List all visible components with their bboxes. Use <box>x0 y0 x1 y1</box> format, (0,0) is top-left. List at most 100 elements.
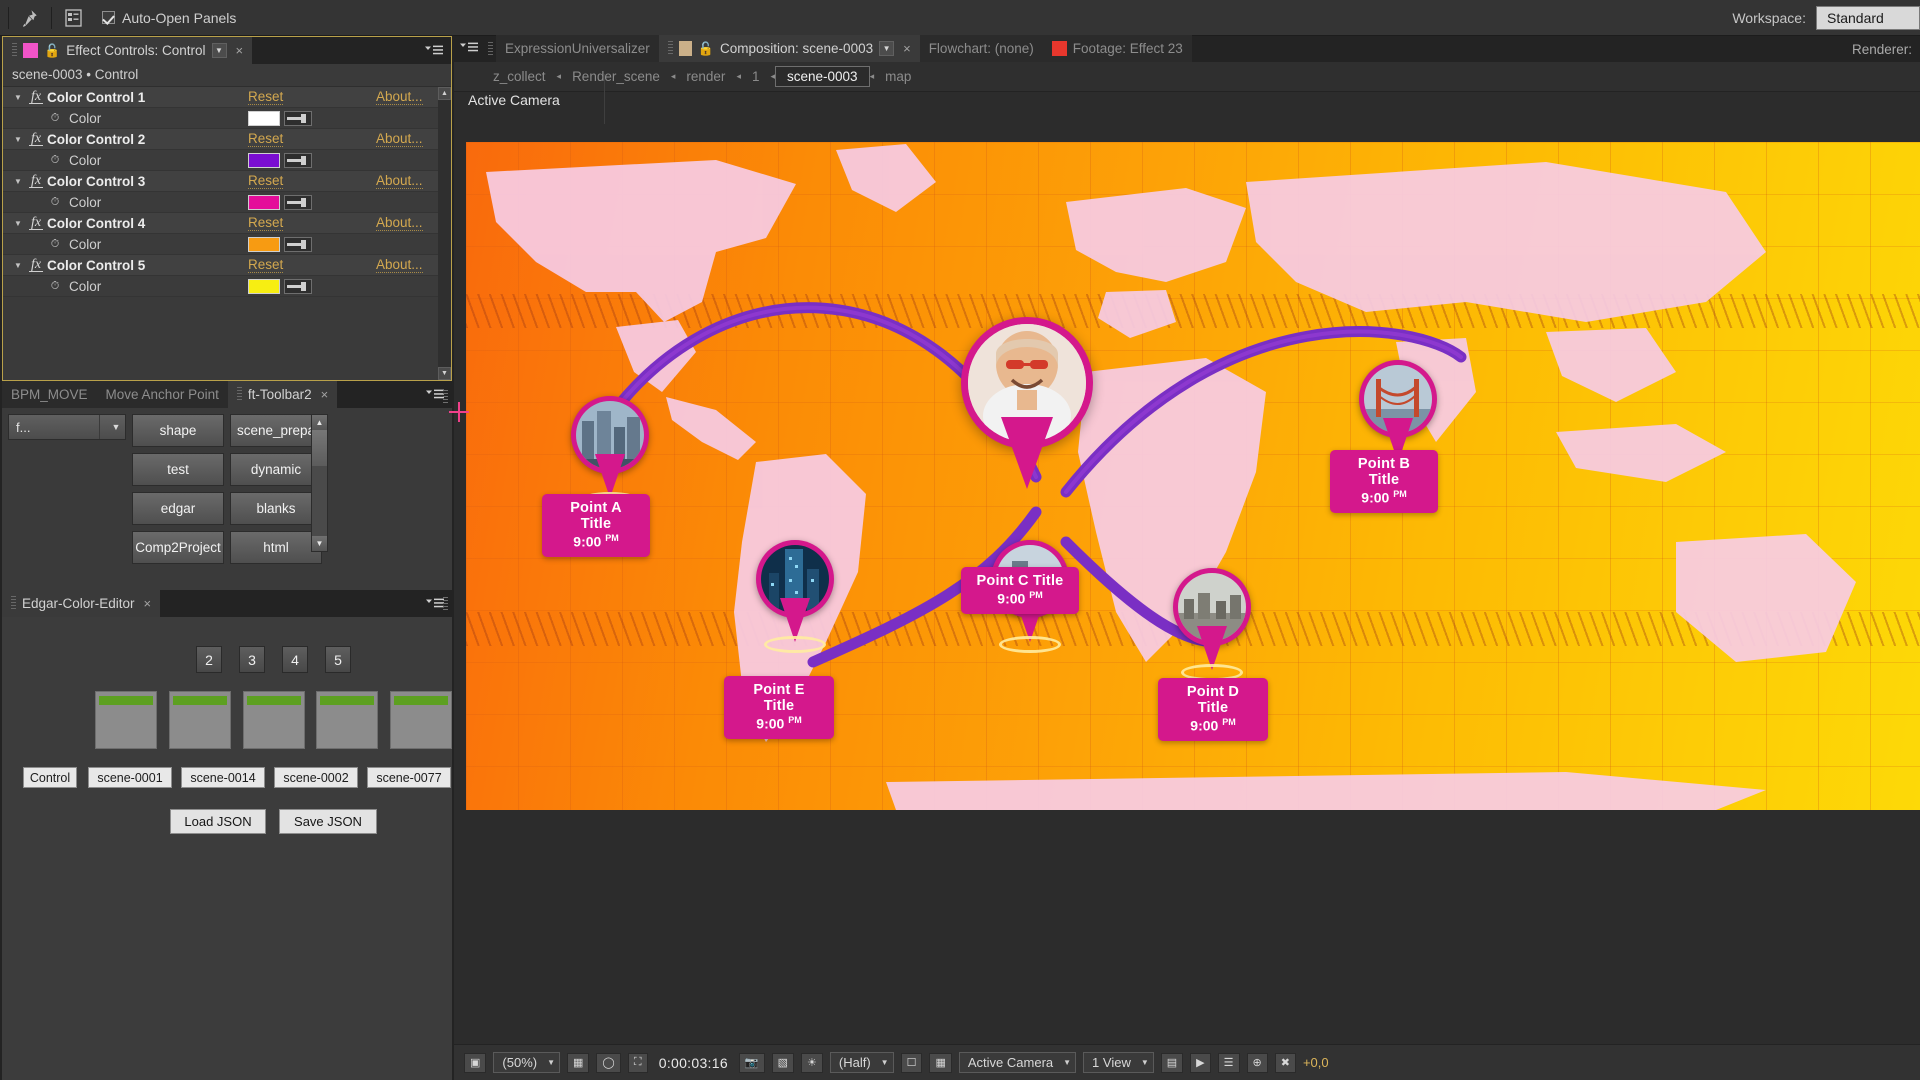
comp-flowchart-icon[interactable]: ⊕ <box>1246 1052 1268 1073</box>
tabrow-grip-icon[interactable] <box>484 36 496 62</box>
tab-grip-icon[interactable] <box>236 387 242 402</box>
pixel-aspect-icon[interactable]: ▤ <box>1160 1052 1184 1073</box>
property-row[interactable]: ⏱ Color <box>3 234 451 255</box>
ft-button-dynamic[interactable]: dynamic <box>230 453 322 486</box>
pin-icon[interactable] <box>17 6 43 30</box>
close-icon[interactable]: × <box>233 43 244 58</box>
stopwatch-icon[interactable]: ⏱ <box>45 154 65 167</box>
slot-button-2[interactable]: 2 <box>196 646 222 673</box>
tab-move-anchor-point[interactable]: Move Anchor Point <box>96 381 228 408</box>
color-card[interactable] <box>316 691 378 749</box>
about-link[interactable]: About... <box>376 89 423 105</box>
reset-link[interactable]: Reset <box>248 173 284 189</box>
resolution-select[interactable]: (Half) ▼ <box>829 1052 894 1073</box>
effect-row[interactable]: ▼ fx Color Control 4 Reset About... <box>3 213 451 234</box>
disclosure-triangle-icon[interactable]: ▼ <box>3 219 25 228</box>
breadcrumb-item-z-collect[interactable]: z_collect <box>482 69 557 84</box>
scene-button-scene-0001[interactable]: scene-0001 <box>88 767 172 788</box>
disclosure-triangle-icon[interactable]: ▼ <box>3 93 25 102</box>
tab-dropdown-icon[interactable]: ▼ <box>879 41 895 56</box>
anchor-point-crosshair-icon[interactable] <box>449 402 469 422</box>
timeline-icon[interactable]: ☰ <box>1217 1052 1240 1073</box>
about-link[interactable]: About... <box>376 173 423 189</box>
scene-button-scene-0002[interactable]: scene-0002 <box>274 767 358 788</box>
about-link[interactable]: About... <box>376 131 423 147</box>
channel-rgb-icon[interactable]: ☀ <box>801 1052 823 1073</box>
show-snapshot-icon[interactable]: ▧ <box>771 1052 795 1073</box>
tab-composition-scene-0003[interactable]: 🔓 Composition: scene-0003 ▼ × <box>658 35 920 62</box>
stopwatch-icon[interactable]: ⏱ <box>45 196 65 209</box>
magnification-select[interactable]: (50%) ▼ <box>493 1052 561 1073</box>
eyedropper-icon[interactable] <box>284 278 312 294</box>
color-card[interactable] <box>243 691 305 749</box>
property-row[interactable]: ⏱ Color <box>3 276 451 297</box>
camera-select[interactable]: Active Camera ▼ <box>958 1052 1077 1073</box>
slot-button-3[interactable]: 3 <box>239 646 265 673</box>
map-pin-d[interactable] <box>1173 568 1251 681</box>
breadcrumb-item-render-scene[interactable]: Render_scene <box>561 69 671 84</box>
property-row[interactable]: ⏱ Color <box>3 192 451 213</box>
tab-footage-effect-23[interactable]: Footage: Effect 23 <box>1042 35 1192 62</box>
ft-toolbar-dropdown[interactable]: f... ▼ <box>8 414 126 440</box>
hero-portrait-pin[interactable] <box>961 317 1093 489</box>
chevron-down-icon[interactable]: ▼ <box>547 1058 555 1067</box>
reset-link[interactable]: Reset <box>248 257 284 273</box>
renderer-label[interactable]: Renderer: <box>1852 42 1912 57</box>
slot-button-5[interactable]: 5 <box>325 646 351 673</box>
color-swatch[interactable] <box>248 236 280 252</box>
chevron-down-icon[interactable]: ▼ <box>1141 1058 1149 1067</box>
scene-button-scene-0077[interactable]: scene-0077 <box>367 767 451 788</box>
scroll-up-icon[interactable]: ▲ <box>312 415 327 430</box>
chevron-down-icon[interactable]: ▼ <box>1063 1058 1071 1067</box>
pin-label-c[interactable]: Point C Title 9:00 PM <box>961 567 1079 614</box>
breadcrumb-item-scene-0003[interactable]: scene-0003 <box>775 66 870 87</box>
color-swatch[interactable] <box>248 110 280 126</box>
workspace-select[interactable]: Standard <box>1816 5 1920 30</box>
ft-button-comp2project[interactable]: Comp2Project <box>132 531 224 564</box>
auto-open-panels-checkbox[interactable]: Auto-Open Panels <box>102 10 236 26</box>
disclosure-triangle-icon[interactable]: ▼ <box>3 177 25 186</box>
breadcrumb-item-1[interactable]: 1 <box>741 69 771 84</box>
tab-dropdown-icon[interactable]: ▼ <box>211 43 227 58</box>
effect-row[interactable]: ▼ fx Color Control 1 Reset About... <box>3 87 451 108</box>
tab-grip-icon[interactable] <box>11 596 16 611</box>
always-preview-icon[interactable]: ▣ <box>464 1052 487 1073</box>
about-link[interactable]: About... <box>376 215 423 231</box>
color-swatch[interactable] <box>248 194 280 210</box>
eyedropper-icon[interactable] <box>284 110 312 126</box>
property-row[interactable]: ⏱ Color <box>3 150 451 171</box>
tab-flowchart[interactable]: Flowchart: (none) <box>919 35 1043 62</box>
scroll-down-icon[interactable]: ▼ <box>438 367 451 380</box>
current-time-display[interactable]: 0:00:03:16 <box>655 1055 732 1071</box>
effect-row[interactable]: ▼ fx Color Control 5 Reset About... <box>3 255 451 276</box>
tab-ft-toolbar2[interactable]: ft-Toolbar2 × <box>227 381 338 408</box>
map-pin-a[interactable] <box>571 396 649 509</box>
save-json-button[interactable]: Save JSON <box>279 809 377 834</box>
slot-button-4[interactable]: 4 <box>282 646 308 673</box>
exposure-value[interactable]: +0,0 <box>1303 1055 1329 1070</box>
lock-icon[interactable]: 🔓 <box>44 44 60 57</box>
scroll-up-icon[interactable]: ▲ <box>438 87 451 100</box>
scrollbar-thumb[interactable] <box>312 430 327 466</box>
disclosure-triangle-icon[interactable]: ▼ <box>3 135 25 144</box>
chevron-down-icon[interactable]: ▼ <box>881 1058 889 1067</box>
disclosure-triangle-icon[interactable]: ▼ <box>3 261 25 270</box>
scroll-down-icon[interactable]: ▼ <box>312 536 327 551</box>
snapshot-camera-icon[interactable]: 📷 <box>738 1052 765 1073</box>
color-card[interactable] <box>95 691 157 749</box>
close-icon[interactable]: × <box>318 387 329 402</box>
scene-button-scene-0014[interactable]: scene-0014 <box>181 767 265 788</box>
pin-label-a[interactable]: Point A Title 9:00 PM <box>542 494 650 557</box>
stopwatch-icon[interactable]: ⏱ <box>45 238 65 251</box>
views-select[interactable]: 1 View ▼ <box>1083 1052 1154 1073</box>
lock-icon[interactable]: 🔓 <box>698 42 714 55</box>
reset-link[interactable]: Reset <box>248 215 284 231</box>
close-icon[interactable]: × <box>141 596 152 611</box>
chevron-down-icon[interactable]: ▼ <box>99 415 125 439</box>
eyedropper-icon[interactable] <box>284 236 312 252</box>
effect-controls-scrollbar[interactable]: ▲ ▼ <box>438 87 451 380</box>
color-card[interactable] <box>390 691 452 749</box>
fast-previews-icon[interactable]: ▶ <box>1190 1052 1211 1073</box>
grid-guides-icon[interactable]: ▦ <box>567 1052 590 1073</box>
composition-stage[interactable]: Point A Title 9:00 PM Point B Title 9:00… <box>466 142 1920 810</box>
